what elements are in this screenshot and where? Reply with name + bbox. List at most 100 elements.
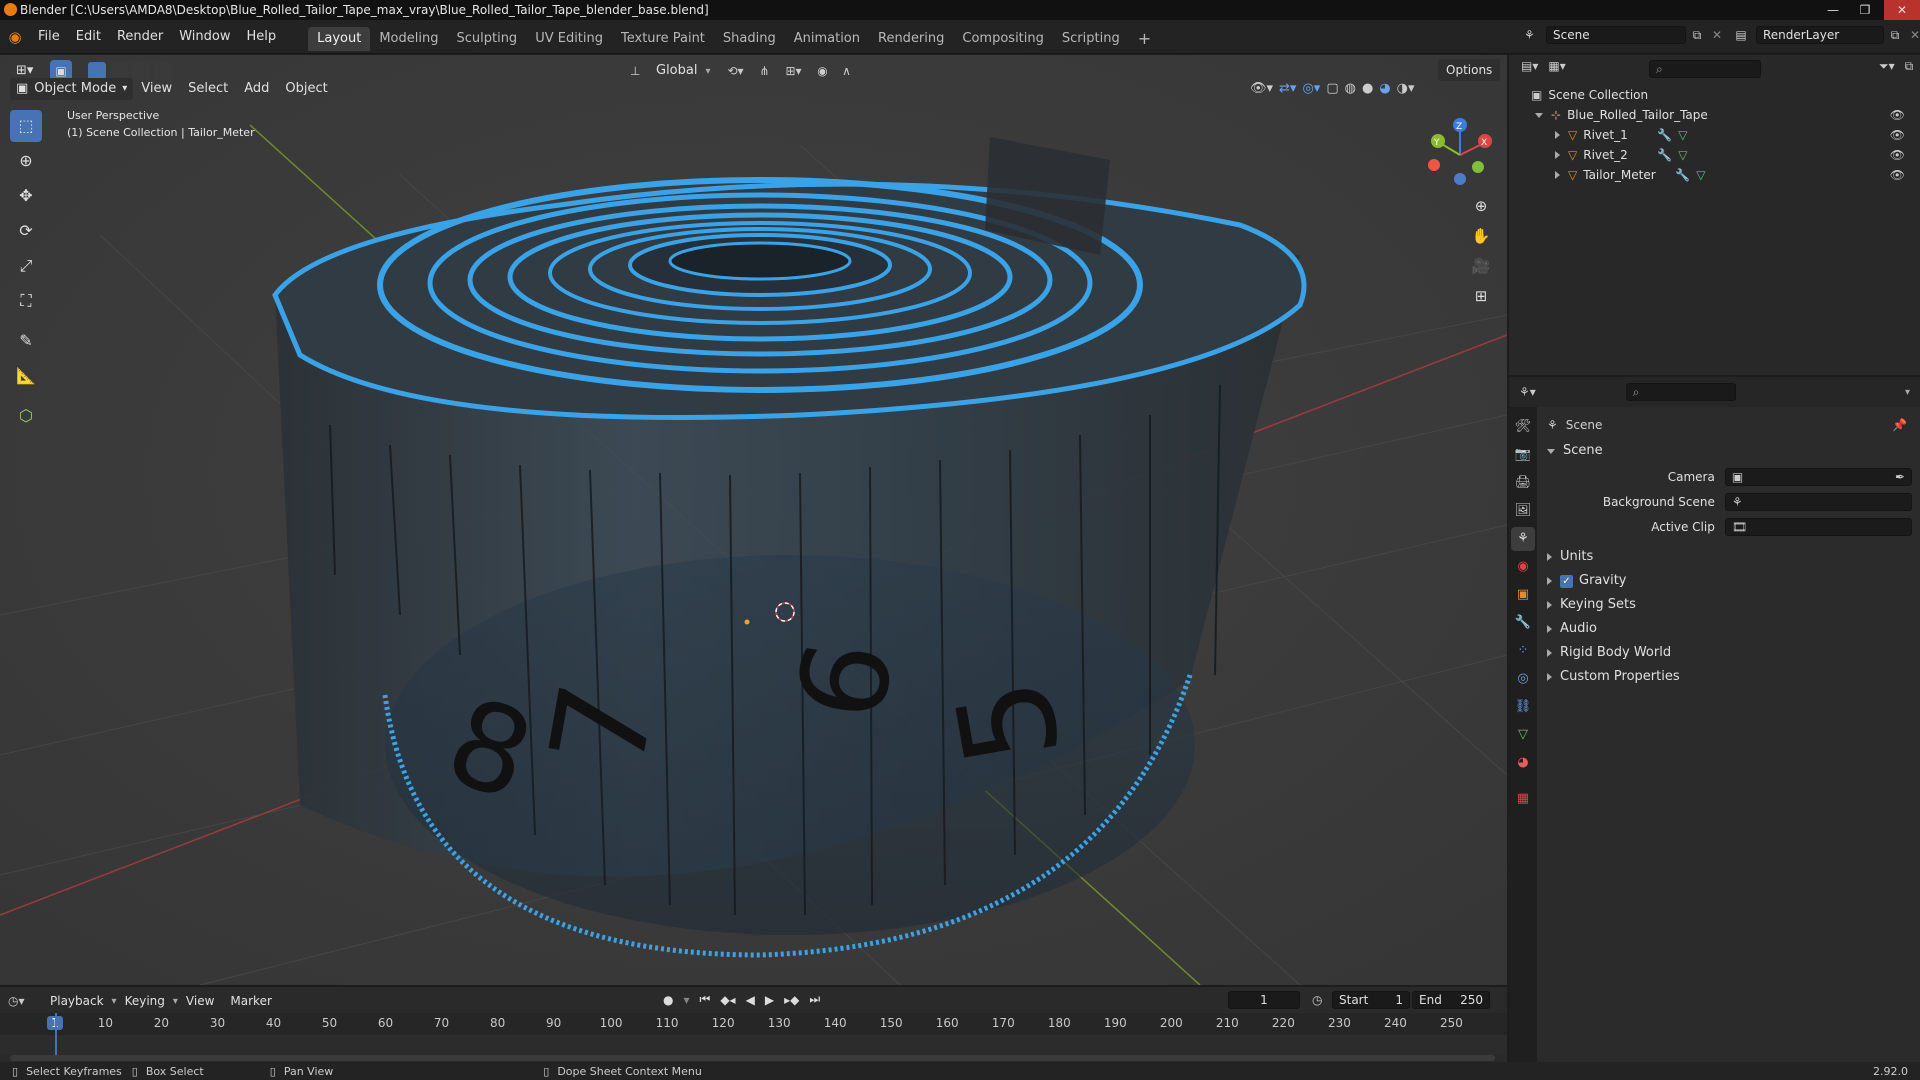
menu-keying[interactable]: Keying [117, 990, 173, 1012]
delete-view-layer-icon[interactable]: ✕ [1906, 28, 1920, 42]
active-clip-field[interactable]: 🎞 [1724, 518, 1912, 536]
menu-window[interactable]: Window [171, 20, 238, 54]
move-tool-icon[interactable]: ✥ [10, 180, 42, 212]
tape-roll-object[interactable]: 8 7 6 5 [272, 137, 1307, 958]
render-tab-icon[interactable]: 📷 [1511, 443, 1535, 467]
restore-icon[interactable]: ❐ [1850, 0, 1880, 20]
scene-selector[interactable]: Scene [1546, 26, 1686, 44]
jump-end-icon[interactable]: ⏭ [809, 992, 820, 1007]
shading-rendered-icon[interactable]: ◑▾ [1397, 81, 1415, 96]
camera-field[interactable]: ▣ ✒ [1724, 468, 1912, 486]
view-layer-tab-icon[interactable]: 🖼 [1511, 499, 1535, 523]
modifier-icon[interactable]: 🔧 [1657, 125, 1672, 145]
new-scene-icon[interactable]: ⧉ [1686, 28, 1708, 43]
add-cube-tool-icon[interactable]: ⬡ [10, 400, 42, 432]
pivot-point-icon[interactable]: ⟲▾ [719, 64, 753, 78]
properties-search-input[interactable]: ⌕ [1625, 383, 1736, 401]
mesh-data-icon[interactable]: ▽ [1678, 125, 1687, 145]
tool-tab-icon[interactable]: 🛠 [1511, 415, 1535, 439]
timeline-ruler[interactable]: 1102030405060708090100110120130140150160… [0, 1013, 1507, 1035]
menu-render[interactable]: Render [109, 20, 171, 54]
mode-dropdown[interactable]: ▣ Object Mode ▾ [10, 78, 134, 100]
tab-modeling[interactable]: Modeling [370, 27, 447, 51]
menu-edit[interactable]: Edit [68, 20, 109, 54]
expand-icon[interactable] [1555, 131, 1560, 139]
current-frame-field[interactable]: 1 [1228, 991, 1300, 1009]
new-view-layer-icon[interactable]: ⧉ [1884, 28, 1906, 43]
expand-icon[interactable] [1535, 112, 1543, 118]
jump-next-keyframe-icon[interactable]: ▸◆ [784, 993, 799, 1007]
eye-icon[interactable]: 👁 [1890, 125, 1905, 145]
play-reverse-icon[interactable]: ◀ [746, 993, 755, 1007]
add-workspace-button[interactable]: + [1129, 27, 1160, 51]
playhead[interactable] [55, 1013, 57, 1058]
modifier-icon[interactable]: 🔧 [1675, 165, 1690, 185]
jump-prev-keyframe-icon[interactable]: ◆◂ [720, 993, 735, 1007]
keying-set-icon[interactable]: ▾ [683, 993, 689, 1007]
keying-sets-panel-header[interactable]: Keying Sets [1547, 593, 1912, 617]
timeline-track-area[interactable] [0, 1035, 1507, 1055]
modifiers-tab-icon[interactable]: 🔧 [1511, 611, 1535, 635]
custom-properties-panel-header[interactable]: Custom Properties [1547, 665, 1912, 689]
outliner-row-tailor-meter[interactable]: ▽ Tailor_Meter 🔧 ▽ 👁 [1555, 165, 1905, 185]
menu-marker[interactable]: Marker [222, 990, 279, 1012]
jump-start-icon[interactable]: ⏮ [700, 992, 711, 1007]
annotate-tool-icon[interactable]: ✎ [10, 325, 42, 357]
units-panel-header[interactable]: Units [1547, 545, 1912, 569]
pin-icon[interactable]: 📌 [1892, 418, 1907, 432]
mesh-data-icon[interactable]: ▽ [1696, 165, 1705, 185]
menu-object[interactable]: Object [277, 78, 335, 100]
camera-view-icon[interactable]: 🎥 [1467, 252, 1495, 280]
display-mode-icon[interactable]: ▦▾ [1548, 59, 1565, 73]
constraints-tab-icon[interactable]: ⛓ [1511, 695, 1535, 719]
particles-tab-icon[interactable]: ⁘ [1511, 639, 1535, 663]
texture-tab-icon[interactable]: ▦ [1511, 787, 1535, 811]
menu-file[interactable]: File [30, 20, 68, 54]
filter-icon[interactable]: ⏷▾ [1879, 59, 1895, 74]
gravity-panel-header[interactable]: ✓ Gravity [1547, 569, 1912, 593]
output-tab-icon[interactable]: 🖨 [1511, 471, 1535, 495]
proportional-editing-icon[interactable]: ◉ [811, 64, 835, 78]
viewport-scene[interactable]: 8 7 6 5 [0, 55, 1507, 985]
properties-editor-type-icon[interactable]: ⚘▾ [1519, 385, 1536, 399]
scene-tab-icon[interactable]: ⚘ [1511, 527, 1535, 551]
audio-panel-header[interactable]: Audio [1547, 617, 1912, 641]
minimize-icon[interactable]: — [1818, 0, 1848, 20]
close-icon[interactable]: ✕ [1884, 0, 1920, 20]
delete-scene-icon[interactable]: ✕ [1708, 28, 1726, 42]
tab-scripting[interactable]: Scripting [1053, 27, 1129, 51]
tab-compositing[interactable]: Compositing [953, 27, 1053, 51]
auto-keying-icon[interactable]: ● [663, 993, 673, 1007]
tab-texture-paint[interactable]: Texture Paint [612, 27, 714, 51]
scale-tool-icon[interactable]: ⤢ [10, 250, 42, 282]
modifier-icon[interactable]: 🔧 [1657, 145, 1672, 165]
end-frame-field[interactable]: End 250 [1412, 991, 1490, 1009]
new-collection-icon[interactable]: ⧉ [1905, 59, 1914, 74]
shading-wireframe-icon[interactable]: ◍ [1345, 81, 1356, 96]
3d-viewport[interactable]: 8 7 6 5 ⊞▾ ▣ ⊥ Global ▾ ⟲▾ ⋔ ⊞▾ ◉ ∧ Opti… [0, 55, 1507, 985]
play-icon[interactable]: ▶ [765, 993, 774, 1007]
expand-icon[interactable] [1555, 151, 1560, 159]
options-dropdown[interactable]: Options [1438, 59, 1501, 81]
mesh-data-icon[interactable]: ▽ [1678, 145, 1687, 165]
shading-material-icon[interactable]: ◕ [1379, 81, 1390, 96]
menu-view[interactable]: View [178, 990, 222, 1012]
shading-solid-icon[interactable]: ● [1362, 81, 1373, 96]
outliner-row-rivet-2[interactable]: ▽ Rivet_2 🔧 ▽ 👁 [1555, 145, 1905, 165]
gizmo-toggle-icon[interactable]: ⇄▾ [1279, 81, 1296, 96]
outliner-row-scene-collection[interactable]: ▣ Scene Collection [1531, 85, 1648, 105]
blender-menu-icon[interactable]: ◉ [0, 28, 30, 46]
eye-icon[interactable]: 👁 [1890, 105, 1905, 125]
view-layer-selector[interactable]: RenderLayer [1756, 26, 1884, 44]
tab-animation[interactable]: Animation [785, 27, 869, 51]
start-frame-field[interactable]: Start 1 [1332, 991, 1410, 1009]
transform-orientation-dropdown[interactable]: Global [648, 60, 705, 82]
select-box-tool-icon[interactable]: ⬚ [10, 110, 42, 142]
pan-hand-icon[interactable]: ✋ [1467, 222, 1495, 250]
eye-icon[interactable]: 👁 [1890, 145, 1905, 165]
snap-icon[interactable]: ⋔ [753, 64, 777, 78]
menu-playback[interactable]: Playback [42, 990, 112, 1012]
tab-sculpting[interactable]: Sculpting [447, 27, 526, 51]
tab-shading[interactable]: Shading [714, 27, 785, 51]
timeline-editor-type-icon[interactable]: ◷▾ [8, 994, 42, 1008]
